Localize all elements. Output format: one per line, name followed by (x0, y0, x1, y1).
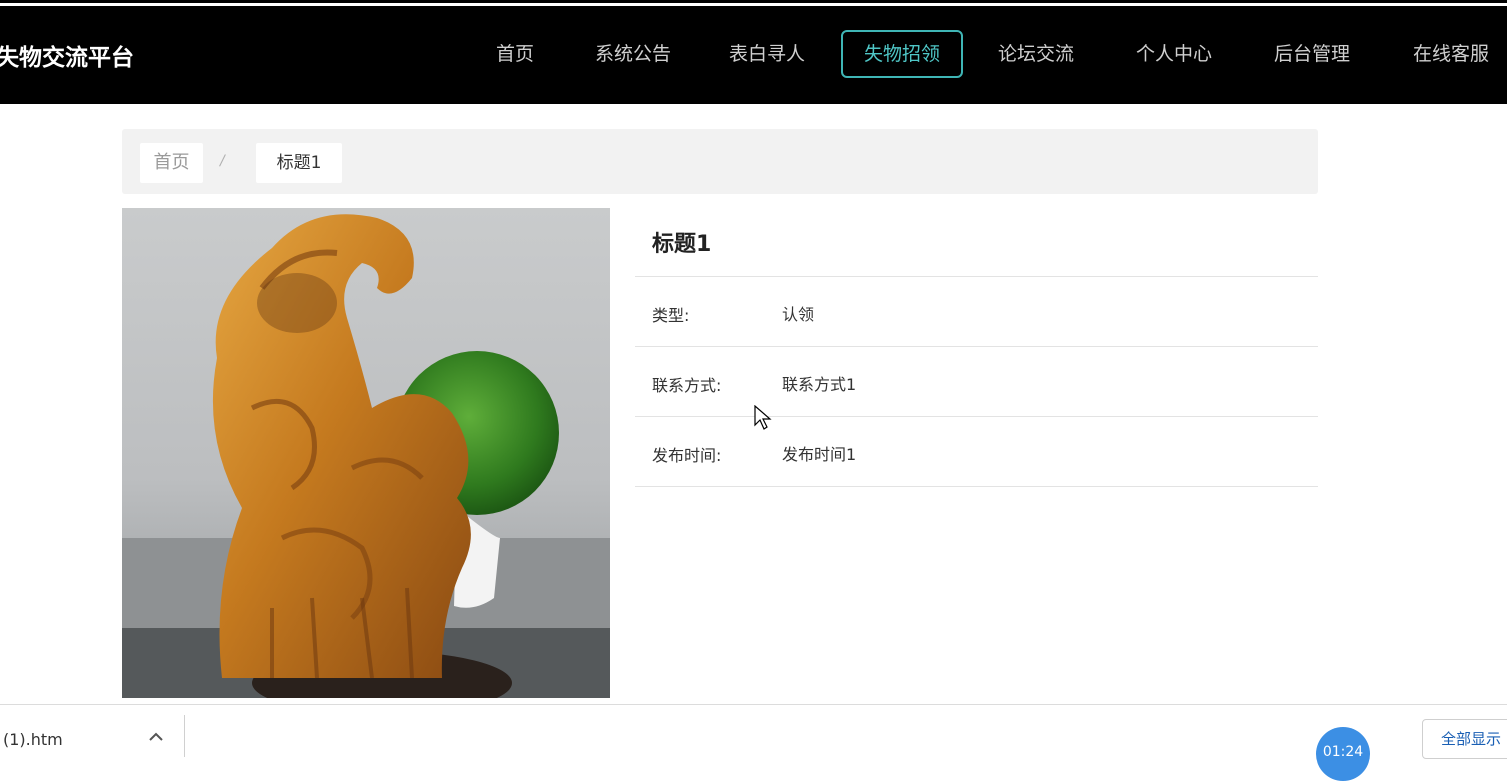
nav-item-admin[interactable]: 后台管理 (1267, 30, 1357, 78)
chevron-up-icon[interactable] (146, 727, 166, 747)
show-all-button[interactable]: 全部显示 (1422, 719, 1507, 759)
breadcrumb-current: 标题1 (256, 143, 342, 183)
detail-title: 标题1 (652, 232, 712, 257)
breadcrumb: 首页 / 标题1 (122, 129, 1318, 194)
divider (635, 346, 1318, 347)
breadcrumb-separator: / (220, 153, 225, 169)
nav-item-home[interactable]: 首页 (482, 30, 548, 78)
nav-item-forum[interactable]: 论坛交流 (991, 30, 1081, 78)
nav-item-lost-found[interactable]: 失物招领 (841, 30, 963, 78)
top-navbar: 失物交流平台 首页 系统公告 表白寻人 失物招领 论坛交流 个人中心 后台管理 … (0, 6, 1507, 104)
nav-item-announcements[interactable]: 系统公告 (588, 30, 678, 78)
nav-item-profile[interactable]: 个人中心 (1129, 30, 1219, 78)
nav-item-confession[interactable]: 表白寻人 (722, 30, 812, 78)
nav-item-support[interactable]: 在线客服 (1406, 30, 1496, 78)
divider (635, 416, 1318, 417)
item-photo (122, 208, 610, 698)
site-brand: 失物交流平台 (0, 45, 134, 71)
type-label: 类型: (652, 306, 690, 325)
download-file-name[interactable]: (1).htm (3, 730, 63, 749)
publish-time-label: 发布时间: (652, 446, 722, 465)
breadcrumb-home[interactable]: 首页 (140, 143, 203, 183)
download-bar: (1).htm 01:24 全部显示 (0, 704, 1507, 781)
timer-badge: 01:24 (1316, 727, 1370, 781)
contact-label: 联系方式: (652, 376, 722, 395)
divider (635, 276, 1318, 277)
download-divider (184, 715, 185, 757)
publish-time-value: 发布时间1 (782, 445, 857, 464)
divider (635, 486, 1318, 487)
type-value: 认领 (782, 305, 815, 324)
mouse-cursor-icon (754, 404, 772, 435)
contact-value: 联系方式1 (782, 375, 857, 394)
